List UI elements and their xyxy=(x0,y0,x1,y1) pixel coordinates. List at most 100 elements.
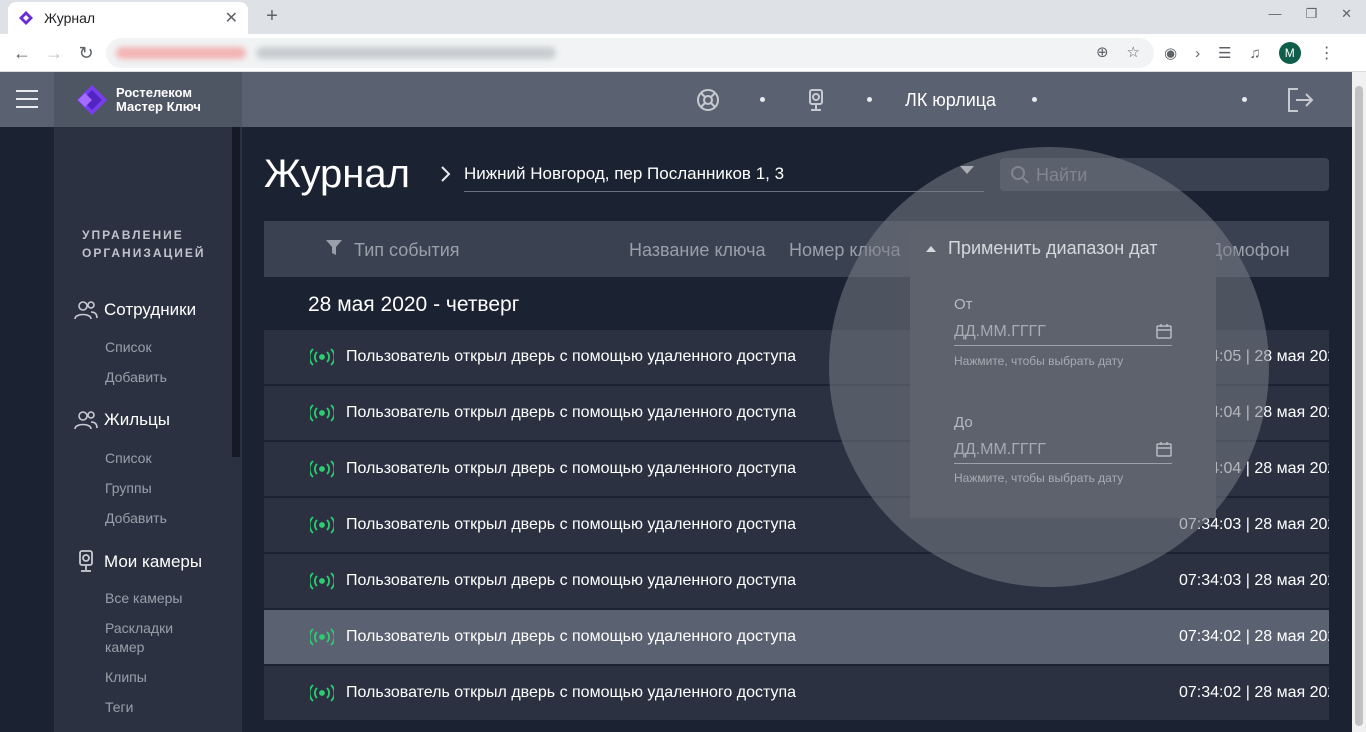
sidebar-group-cameras[interactable]: Мои камеры xyxy=(74,549,202,575)
browser-tab[interactable]: Журнал ✕ xyxy=(8,2,248,34)
event-description: Пользователь открыл дверь с помощью удал… xyxy=(346,460,797,477)
column-header-key-name[interactable]: Название ключа xyxy=(629,240,766,261)
close-tab-icon[interactable]: ✕ xyxy=(225,8,238,28)
sidebar-item-cameras-all[interactable]: Все камеры xyxy=(105,589,183,608)
restore-icon[interactable]: ❐ xyxy=(1305,6,1317,22)
close-window-icon[interactable]: ✕ xyxy=(1341,6,1352,22)
browser-menu-icon[interactable]: ⋮ xyxy=(1319,43,1335,63)
camera-icon xyxy=(79,550,93,572)
event-description: Пользователь открыл дверь с помощью удал… xyxy=(346,628,797,645)
event-description: Пользователь открыл дверь с помощью удал… xyxy=(346,348,797,365)
minimize-icon[interactable]: — xyxy=(1268,6,1281,22)
reload-icon[interactable]: ↻ xyxy=(74,41,98,65)
column-header-event-type[interactable]: Тип события xyxy=(354,240,460,261)
sidebar-item-residents-list[interactable]: Список xyxy=(105,449,152,468)
header-separator-dot xyxy=(760,97,765,102)
event-timestamp: 07:34:02 | 28 мая 2020 xyxy=(1179,628,1329,645)
date-from-input[interactable] xyxy=(954,320,1144,344)
date-to-label: До xyxy=(954,414,973,431)
browser-tab-bar: Журнал ✕ + — ❐ ✕ xyxy=(0,0,1366,34)
date-from-hint: Нажмите, чтобы выбрать дату xyxy=(954,354,1124,368)
table-row[interactable]: Пользователь открыл дверь с помощью удал… xyxy=(264,554,1329,609)
users-icon xyxy=(74,301,98,320)
remote-signal-icon xyxy=(310,684,334,702)
sidebar-item-cameras-layouts[interactable]: Раскладки камер xyxy=(105,619,173,657)
sidebar-item-residents-groups[interactable]: Группы xyxy=(105,479,152,498)
calendar-icon[interactable] xyxy=(1156,441,1172,457)
address-select-value: Нижний Новгород, пер Посланников 1, 3 xyxy=(464,164,785,183)
date-to-hint: Нажмите, чтобы выбрать дату xyxy=(954,471,1124,485)
remote-signal-icon xyxy=(310,572,334,590)
remote-signal-icon xyxy=(310,348,334,366)
back-icon[interactable]: ← xyxy=(10,41,34,65)
event-timestamp: 07:34:02 | 28 мая 2020 xyxy=(1179,684,1329,701)
date-range-toggle[interactable]: Применить диапазон дат xyxy=(926,238,1158,259)
chevron-right-icon xyxy=(441,166,451,182)
logo-text: Ростелеком Мастер Ключ xyxy=(116,84,201,114)
remote-signal-icon xyxy=(310,404,334,422)
sidebar-item-employees-add[interactable]: Добавить xyxy=(105,368,167,387)
sidebar-rail xyxy=(0,127,54,732)
event-timestamp: 07:34:03 | 28 мая 2020 xyxy=(1179,572,1329,589)
reading-list-icon[interactable]: ☰ xyxy=(1218,44,1231,62)
media-icon[interactable]: ♫ xyxy=(1250,45,1261,62)
event-description: Пользователь открыл дверь с помощью удал… xyxy=(346,572,797,589)
app-header: Ростелеком Мастер Ключ ЛК юрлица xyxy=(0,72,1352,127)
address-select[interactable]: Нижний Новгород, пер Посланников 1, 3 xyxy=(464,158,984,192)
browser-toolbar: ← → ↻ ⊕ ☆ ◉ › ☰ ♫ M ⋮ xyxy=(0,34,1366,72)
account-type-label[interactable]: ЛК юрлица xyxy=(905,90,996,111)
event-description: Пользователь открыл дверь с помощью удал… xyxy=(346,404,797,421)
support-lifebuoy-icon[interactable] xyxy=(695,87,721,113)
event-description: Пользователь открыл дверь с помощью удал… xyxy=(346,684,797,701)
date-range-panel: Применить диапазон дат От Нажмите, чтобы… xyxy=(910,226,1216,518)
page-scrollbar-thumb[interactable] xyxy=(1355,86,1363,726)
camera-icon[interactable] xyxy=(803,87,829,113)
date-from-field xyxy=(954,320,1172,346)
table-row[interactable]: Пользователь открыл дверь с помощью удал… xyxy=(264,666,1329,721)
sidebar-item-cameras-clips[interactable]: Клипы xyxy=(105,668,147,687)
hamburger-menu-icon[interactable] xyxy=(16,90,38,108)
new-tab-icon[interactable]: + xyxy=(260,4,284,28)
blurred-url-part xyxy=(256,47,556,59)
caret-up-icon xyxy=(926,245,936,252)
forward-icon[interactable]: → xyxy=(42,41,66,65)
calendar-icon[interactable] xyxy=(1156,323,1172,339)
sidebar-section-title: УПРАВЛЕНИЕ ОРГАНИЗАЦИЕЙ xyxy=(82,228,206,260)
sidebar-group-residents[interactable]: Жильцы xyxy=(74,410,170,430)
sidebar-group-label: Мои камеры xyxy=(104,552,203,571)
extension-arrow-icon[interactable]: › xyxy=(1195,45,1200,62)
table-row[interactable]: Пользователь открыл дверь с помощью удал… xyxy=(264,610,1329,665)
sidebar-group-label: Жильцы xyxy=(104,410,170,429)
event-description: Пользователь открыл дверь с помощью удал… xyxy=(346,516,797,533)
filter-icon[interactable] xyxy=(326,240,342,256)
omnibox-actions: ⊕ ☆ xyxy=(1096,43,1140,61)
site-favicon-icon xyxy=(19,11,33,25)
window-controls: — ❐ ✕ xyxy=(1268,6,1352,22)
sidebar-scrollbar[interactable] xyxy=(232,127,240,457)
browser-tab-title: Журнал xyxy=(44,10,96,26)
page-scrollbar[interactable] xyxy=(1352,72,1366,732)
users-icon xyxy=(74,411,98,430)
date-range-title: Применить диапазон дат xyxy=(948,238,1158,258)
sidebar-group-employees[interactable]: Сотрудники xyxy=(74,300,196,320)
date-to-input[interactable] xyxy=(954,438,1144,462)
logout-icon[interactable] xyxy=(1286,86,1314,114)
sidebar-item-employees-list[interactable]: Список xyxy=(105,338,152,357)
sidebar-item-cameras-tags[interactable]: Теги xyxy=(105,698,133,717)
profile-avatar[interactable]: M xyxy=(1278,42,1301,64)
sidebar-item-residents-add[interactable]: Добавить xyxy=(105,509,167,528)
address-bar[interactable]: ⊕ ☆ xyxy=(106,38,1154,68)
header-separator-dot xyxy=(867,97,872,102)
logo-diamond-icon xyxy=(77,84,107,115)
bookmark-star-icon[interactable]: ☆ xyxy=(1127,43,1140,61)
blurred-url-part xyxy=(116,47,246,59)
extension-icons: ◉ › ☰ ♫ M ⋮ xyxy=(1164,42,1335,64)
header-separator-dot xyxy=(1242,97,1247,102)
remote-signal-icon xyxy=(310,516,334,534)
zoom-icon[interactable]: ⊕ xyxy=(1096,43,1109,61)
brand-logo[interactable]: Ростелеком Мастер Ключ xyxy=(54,72,242,127)
remote-signal-icon xyxy=(310,460,334,478)
date-from-label: От xyxy=(954,296,973,313)
extension-icon[interactable]: ◉ xyxy=(1164,44,1177,62)
sidebar-group-label: Сотрудники xyxy=(104,300,197,319)
